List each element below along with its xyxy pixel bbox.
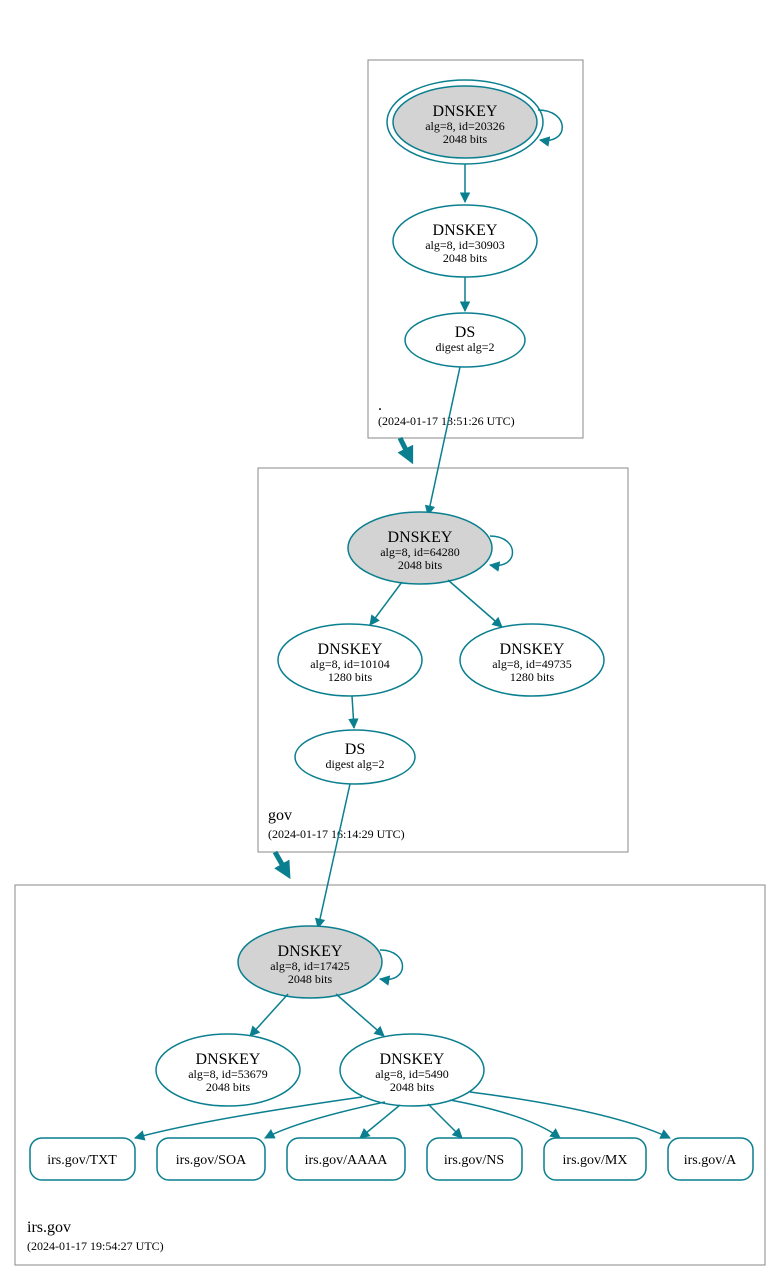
zone-label-gov: gov — [268, 807, 292, 824]
svg-text:alg=8, id=17425: alg=8, id=17425 — [270, 959, 350, 973]
edge-gov-zsk1-to-ds — [352, 696, 354, 728]
svg-text:digest alg=2: digest alg=2 — [435, 340, 494, 354]
svg-text:alg=8, id=20326: alg=8, id=20326 — [425, 119, 505, 133]
svg-text:DS: DS — [455, 324, 475, 341]
svg-text:DNSKEY: DNSKEY — [388, 529, 453, 546]
svg-text:alg=8, id=5490: alg=8, id=5490 — [375, 1067, 449, 1081]
svg-text:DNSKEY: DNSKEY — [500, 641, 565, 658]
dnskey-node-irs-zsk2: DNSKEY alg=8, id=5490 2048 bits — [340, 1034, 484, 1106]
dnskey-node-irs-zsk1: DNSKEY alg=8, id=53679 2048 bits — [156, 1034, 300, 1106]
svg-text:2048 bits: 2048 bits — [288, 972, 333, 986]
edge-gov-ksk-to-zsk2 — [448, 580, 502, 627]
edge-zone-gov-to-irsgov — [275, 852, 287, 873]
zone-timestamp-gov: (2024-01-17 16:14:29 UTC) — [268, 827, 405, 841]
svg-text:DNSKEY: DNSKEY — [278, 943, 343, 960]
edge-irs-zsk2-to-mx — [450, 1100, 560, 1138]
svg-text:2048 bits: 2048 bits — [443, 132, 488, 146]
svg-text:2048 bits: 2048 bits — [398, 558, 443, 572]
edge-irs-ksk-to-zsk1 — [250, 994, 288, 1036]
svg-text:DNSKEY: DNSKEY — [433, 222, 498, 239]
dnskey-node-gov-zsk1: DNSKEY alg=8, id=10104 1280 bits — [278, 624, 422, 696]
dnskey-node-root-ksk: DNSKEY alg=8, id=20326 2048 bits — [387, 80, 543, 164]
svg-text:alg=8, id=53679: alg=8, id=53679 — [188, 1067, 268, 1081]
dnskey-node-gov-zsk2: DNSKEY alg=8, id=49735 1280 bits — [460, 624, 604, 696]
svg-text:DS: DS — [345, 741, 365, 758]
svg-text:alg=8, id=30903: alg=8, id=30903 — [425, 238, 505, 252]
edge-irs-zsk2-to-ns — [428, 1104, 462, 1138]
svg-text:irs.gov/AAAA: irs.gov/AAAA — [305, 1153, 389, 1168]
edge-irs-ksk-to-zsk2 — [336, 994, 384, 1036]
svg-text:1280 bits: 1280 bits — [328, 670, 373, 684]
svg-text:2048 bits: 2048 bits — [443, 251, 488, 265]
edge-irs-zsk2-to-a — [470, 1092, 670, 1138]
svg-text:DNSKEY: DNSKEY — [196, 1051, 261, 1068]
svg-text:irs.gov/NS: irs.gov/NS — [444, 1153, 504, 1168]
zone-label-irsgov: irs.gov — [27, 1219, 71, 1236]
svg-text:digest alg=2: digest alg=2 — [325, 757, 384, 771]
dnskey-node-irs-ksk: DNSKEY alg=8, id=17425 2048 bits — [238, 926, 382, 998]
edge-zone-root-to-gov — [400, 438, 410, 458]
zone-timestamp-root: (2024-01-17 13:51:26 UTC) — [378, 414, 515, 428]
svg-text:irs.gov/A: irs.gov/A — [684, 1153, 737, 1168]
ds-node-gov: DS digest alg=2 — [295, 730, 415, 784]
svg-text:alg=8, id=64280: alg=8, id=64280 — [380, 545, 460, 559]
edge-selfloop-gov-ksk — [490, 536, 513, 566]
svg-text:alg=8, id=49735: alg=8, id=49735 — [492, 657, 572, 671]
edge-gov-ds-to-irs-ksk — [318, 784, 350, 928]
rrset-a: irs.gov/A — [668, 1138, 753, 1180]
edge-irs-zsk2-to-aaaa — [360, 1105, 400, 1138]
zone-label-root: . — [378, 397, 382, 414]
svg-text:irs.gov/SOA: irs.gov/SOA — [176, 1153, 247, 1168]
svg-text:2048 bits: 2048 bits — [390, 1080, 435, 1094]
rrset-mx: irs.gov/MX — [544, 1138, 646, 1180]
svg-text:DNSKEY: DNSKEY — [318, 641, 383, 658]
edge-root-ds-to-gov-ksk — [428, 367, 460, 515]
rrset-aaaa: irs.gov/AAAA — [287, 1138, 405, 1180]
edge-selfloop-irs-ksk — [380, 950, 403, 980]
rrset-soa: irs.gov/SOA — [157, 1138, 265, 1180]
svg-text:DNSKEY: DNSKEY — [433, 103, 498, 120]
ds-node-root: DS digest alg=2 — [405, 313, 525, 367]
svg-text:2048 bits: 2048 bits — [206, 1080, 251, 1094]
svg-text:1280 bits: 1280 bits — [510, 670, 555, 684]
svg-text:DNSKEY: DNSKEY — [380, 1051, 445, 1068]
rrset-txt: irs.gov/TXT — [30, 1138, 135, 1180]
zone-timestamp-irsgov: (2024-01-17 19:54:27 UTC) — [27, 1239, 164, 1253]
svg-text:irs.gov/MX: irs.gov/MX — [563, 1153, 628, 1168]
rrset-ns: irs.gov/NS — [427, 1138, 522, 1180]
edge-gov-ksk-to-zsk1 — [370, 582, 402, 625]
svg-text:alg=8, id=10104: alg=8, id=10104 — [310, 657, 390, 671]
svg-text:irs.gov/TXT: irs.gov/TXT — [47, 1153, 117, 1168]
dnskey-node-gov-ksk: DNSKEY alg=8, id=64280 2048 bits — [348, 512, 492, 584]
dnskey-node-root-zsk: DNSKEY alg=8, id=30903 2048 bits — [393, 205, 537, 277]
